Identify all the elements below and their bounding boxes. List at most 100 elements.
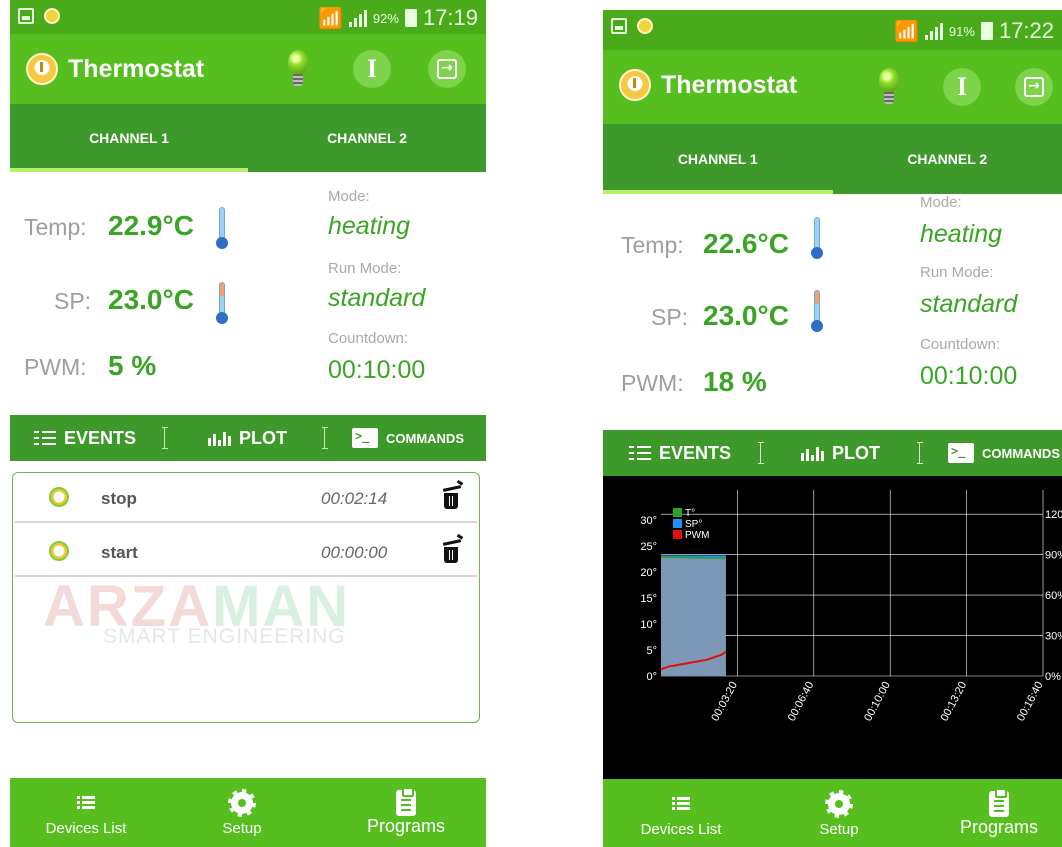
sp-value: 23.0°C xyxy=(108,284,194,315)
countdown-label: Countdown: xyxy=(328,330,409,347)
status-bar: 📶 91% 17:22 xyxy=(603,10,1062,50)
app-bar: Thermostat I → xyxy=(10,34,486,104)
tab-plot-label: PLOT xyxy=(832,442,880,463)
phone-screen-plot: 📶 91% 17:22 Thermostat I → CHANNEL 1 CHA… xyxy=(603,10,1062,847)
nav-setup[interactable]: Setup xyxy=(803,779,875,847)
info-icon[interactable]: I xyxy=(353,50,391,88)
tab-plot[interactable]: PLOT xyxy=(208,415,287,461)
tab-channel-1[interactable]: CHANNEL 1 xyxy=(10,104,248,172)
divider xyxy=(758,442,764,464)
delete-icon[interactable] xyxy=(441,537,463,565)
countdown-value: 00:10:00 xyxy=(328,356,426,384)
tab-indicator xyxy=(603,190,833,194)
info-icon[interactable]: I xyxy=(943,68,981,106)
event-icon xyxy=(49,487,69,507)
app-notification-icon xyxy=(637,18,653,34)
events-list: ARZAMAN SMART ENGINEERING stop 00:02:14 … xyxy=(12,472,480,723)
tab-channel-2[interactable]: CHANNEL 2 xyxy=(833,124,1062,194)
terminal-icon xyxy=(948,443,974,463)
mode-value: heating xyxy=(920,220,1003,248)
bottom-nav: Devices List Setup Programs xyxy=(603,779,1062,847)
divider xyxy=(162,427,168,449)
tab-channel-2[interactable]: CHANNEL 2 xyxy=(248,104,486,172)
bottom-nav: Devices List Setup Programs xyxy=(10,778,486,847)
nav-devices-label: Devices List xyxy=(45,820,127,837)
divider xyxy=(917,442,923,464)
list-check-icon xyxy=(34,430,56,446)
event-time: 00:00:00 xyxy=(321,543,388,562)
run-mode-label: Run Mode: xyxy=(920,264,994,281)
temperature-plot[interactable]: 0° 5° 10° 15° 20° 25° 30° 0% 30% 60% 90% 120% 00:03:… xyxy=(603,476,1062,789)
event-name: stop xyxy=(101,489,137,508)
battery-percent: 92% xyxy=(372,10,399,26)
tab-events-label: EVENTS xyxy=(659,442,732,463)
nav-setup[interactable]: Setup xyxy=(206,778,278,847)
y-right-tick-label: 90% xyxy=(1045,550,1062,562)
clock: 17:22 xyxy=(998,18,1054,43)
gear-icon xyxy=(228,789,256,817)
channel-tabs: CHANNEL 1 CHANNEL 2 xyxy=(10,104,486,172)
app-title: Thermostat xyxy=(68,55,205,83)
app-logo-icon xyxy=(26,53,58,85)
list-item[interactable]: stop 00:02:14 xyxy=(15,473,477,523)
y-left-tick-label: 15° xyxy=(640,593,657,605)
y-left-tick-label: 30° xyxy=(640,515,657,527)
app-notification-icon xyxy=(44,8,60,24)
tab-events[interactable]: EVENTS xyxy=(629,430,731,476)
tab-plot-label: PLOT xyxy=(239,427,287,448)
nav-devices-list[interactable]: Devices List xyxy=(38,778,134,847)
setpoint-thermometer-icon xyxy=(215,282,229,324)
logout-icon[interactable]: → xyxy=(428,50,466,88)
thermometer-icon xyxy=(810,217,824,259)
countdown-value: 00:10:00 xyxy=(920,362,1018,390)
list-item[interactable]: start 00:00:00 xyxy=(15,527,477,577)
legend-swatch xyxy=(673,530,682,539)
run-mode-label: Run Mode: xyxy=(328,260,402,277)
y-left-tick-label: 0° xyxy=(646,671,657,683)
tab-events-label: EVENTS xyxy=(64,427,137,448)
tab-indicator xyxy=(10,168,248,172)
tab-commands[interactable]: COMMANDS xyxy=(352,415,464,461)
legend-label: T° xyxy=(685,508,695,519)
temp-label: Temp: xyxy=(24,214,87,240)
tab-commands[interactable]: COMMANDS xyxy=(948,430,1060,476)
lightbulb-icon[interactable] xyxy=(879,68,899,106)
pwm-label: PWM: xyxy=(621,370,684,396)
section-tabs: EVENTS PLOT COMMANDS xyxy=(603,430,1062,476)
watermark-logo: ARZAMAN SMART ENGINEERING xyxy=(43,574,351,648)
lightbulb-icon[interactable] xyxy=(288,50,308,88)
y-right-tick-label: 120% xyxy=(1045,509,1062,521)
nav-devices-list[interactable]: Devices List xyxy=(633,779,729,847)
plot-canvas: 0° 5° 10° 15° 20° 25° 30° 0% 30% 60% 90% 120% 00:03:… xyxy=(640,490,1062,723)
legend-swatch xyxy=(673,519,682,528)
clipboard-icon xyxy=(989,788,1009,817)
logout-icon[interactable]: → xyxy=(1015,68,1053,106)
event-name: start xyxy=(101,543,138,562)
x-tick-label: 00:16:40 xyxy=(1015,680,1046,723)
y-right-tick-label: 30% xyxy=(1045,631,1062,643)
nav-programs-label: Programs xyxy=(959,817,1039,837)
nav-programs[interactable]: Programs xyxy=(356,778,456,847)
sp-label: SP: xyxy=(54,288,92,314)
channel-tabs: CHANNEL 1 CHANNEL 2 xyxy=(603,124,1062,194)
tab-plot[interactable]: PLOT xyxy=(801,430,880,476)
clock: 17:19 xyxy=(422,5,478,30)
y-right-tick-label: 0% xyxy=(1045,671,1061,683)
terminal-icon xyxy=(352,428,378,448)
event-time: 00:02:14 xyxy=(321,489,388,508)
event-icon xyxy=(49,541,69,561)
delete-icon[interactable] xyxy=(441,483,463,511)
legend-label: PWM xyxy=(685,530,709,541)
y-left-tick-label: 5° xyxy=(646,645,657,657)
signal-icon xyxy=(924,22,943,40)
nav-setup-label: Setup xyxy=(222,820,262,837)
tab-commands-label: COMMANDS xyxy=(386,430,464,446)
sp-value: 23.0°C xyxy=(703,300,789,331)
tab-channel-1[interactable]: CHANNEL 1 xyxy=(603,124,833,194)
gallery-notification-icon xyxy=(18,8,34,24)
list-icon xyxy=(672,797,690,811)
x-tick-label: 00:06:40 xyxy=(786,680,817,723)
tab-events[interactable]: EVENTS xyxy=(34,415,136,461)
nav-programs[interactable]: Programs xyxy=(949,779,1049,847)
thermometer-icon xyxy=(215,207,229,249)
